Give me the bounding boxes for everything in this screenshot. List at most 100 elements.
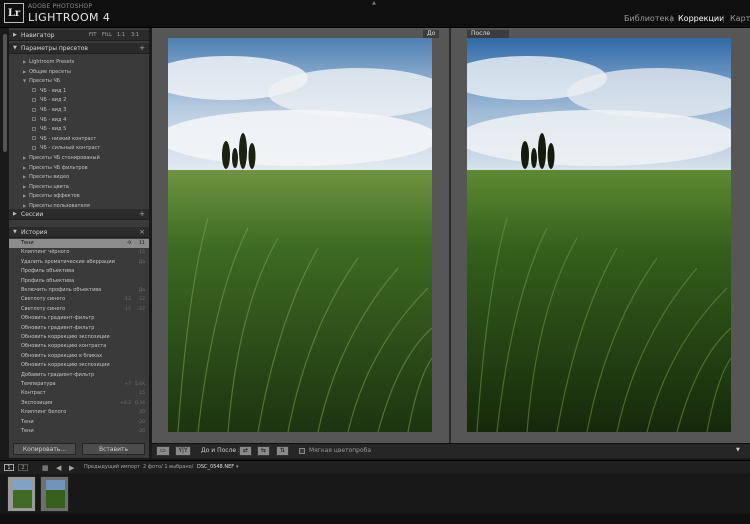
history-step[interactable]: Удалить хроматические аберрации Да	[9, 258, 149, 267]
history-step-label: Обновить градиент-фильтр	[21, 324, 95, 331]
before-after-mode-button[interactable]: Y|Y	[175, 446, 191, 456]
history-step[interactable]: Клиппинг чёрного -15	[9, 248, 149, 257]
history-step[interactable]: Добавить градиент-фильтр	[9, 371, 149, 380]
history-step[interactable]: Обновить коррекцию контраста	[9, 342, 149, 351]
preset-folder[interactable]: ▶ Пресеты цвета	[23, 184, 69, 190]
preset-item[interactable]: ЧБ - вид 5	[32, 126, 66, 132]
lightroom-logo: Lr	[4, 3, 24, 23]
filmstrip-source[interactable]: Предыдущий импорт	[84, 464, 140, 470]
preset-folder[interactable]: ▶ Пресеты видео	[23, 174, 69, 180]
preset-label: ЧБ - вид 1	[40, 87, 67, 94]
collapse-triangle-icon: ▶	[23, 155, 27, 160]
history-step-label: Добавить градиент-фильтр	[21, 371, 95, 378]
history-step-label: Обновить коррекцию в бликах	[21, 352, 103, 359]
copy-button[interactable]: Копировать...	[13, 443, 76, 455]
toolbar-menu-icon[interactable]: ▼	[736, 447, 740, 453]
history-step-delta: +0.2	[120, 400, 131, 406]
preset-item[interactable]: ЧБ - вид 1	[32, 88, 66, 94]
copy-before-to-after-button[interactable]: ⇄	[239, 446, 252, 456]
add-preset-icon[interactable]: +	[139, 43, 145, 54]
zoom-1-1[interactable]: 1:1	[117, 30, 125, 41]
collapse-triangle-icon: ▶	[23, 174, 27, 180]
history-step[interactable]: Обновить коррекцию в бликах	[9, 352, 149, 361]
navigator-header[interactable]: ▶ Навигатор FIT FILL 1:1 3:1	[9, 30, 149, 41]
zoom-fill[interactable]: FILL	[102, 30, 112, 41]
left-panel-scrollbar[interactable]	[3, 34, 7, 152]
history-step-value: 20	[139, 410, 145, 416]
add-session-icon[interactable]: +	[139, 209, 145, 220]
history-step-label: Температура	[21, 381, 56, 387]
history-step[interactable]: Обновить градиент-фильтр	[9, 314, 149, 323]
history-step[interactable]: Тени -20	[9, 418, 149, 427]
history-step[interactable]: Включить профиль объектива Да	[9, 286, 149, 295]
history-step[interactable]: Экспозиция +0.2 0.34	[9, 399, 149, 408]
brand-subtitle: ADOBE PHOTOSHOP	[28, 3, 93, 10]
history-step[interactable]: Тени -9 11	[9, 239, 149, 249]
collapse-triangle-icon: ▶	[23, 203, 27, 208]
history-step[interactable]: Температура +7 5.6K	[9, 380, 149, 389]
history-title: История	[21, 229, 48, 236]
history-step[interactable]: Обновить градиент-фильтр	[9, 324, 149, 333]
preset-item[interactable]: ЧБ - сильный контраст	[32, 145, 100, 151]
top-panel-toggle-icon[interactable]: ▲	[372, 0, 376, 6]
after-photo[interactable]	[467, 38, 731, 432]
zoom-3-1[interactable]: 3:1	[131, 30, 139, 41]
grid-view-icon[interactable]: ▦	[42, 464, 49, 472]
before-label: До	[423, 30, 440, 38]
filename-dropdown-icon[interactable]: ▾	[236, 464, 239, 470]
filmstrip-thumbnail[interactable]	[7, 476, 36, 512]
history-step[interactable]: Светлоту синего -15 -27	[9, 305, 149, 314]
preset-label: ЧБ - низкий контраст	[40, 135, 97, 142]
preset-item[interactable]: ЧБ - вид 4	[32, 117, 66, 123]
filmstrip-filename[interactable]: DSC_0548.NEF	[197, 464, 234, 470]
module-library[interactable]: Библиотека	[624, 14, 674, 23]
preset-label: Пресеты ЧБ фильтров	[29, 164, 88, 171]
zoom-fit[interactable]: FIT	[89, 30, 96, 41]
preset-label: ЧБ - вид 5	[40, 126, 67, 133]
loupe-view-button[interactable]: ▭	[156, 446, 170, 456]
preset-folder[interactable]: ▼ Пресеты ЧБ	[23, 78, 60, 84]
presets-header[interactable]: ▼ Параметры пресетов +	[9, 43, 149, 54]
preset-label: Lightroom Presets	[29, 59, 75, 65]
history-step[interactable]: Профиль объектива	[9, 267, 149, 276]
history-step-label: Тени	[21, 240, 34, 246]
preset-icon	[32, 136, 36, 141]
paste-button[interactable]: Вставить	[82, 443, 145, 455]
clear-history-icon[interactable]: ×	[139, 227, 145, 238]
thumbnail-image	[46, 480, 65, 508]
history-header[interactable]: ▼ История ×	[9, 227, 149, 238]
preset-item[interactable]: ЧБ - вид 3	[32, 107, 66, 113]
history-step-label: Профиль объектива	[21, 277, 75, 284]
preset-item[interactable]: ЧБ - низкий контраст	[32, 136, 96, 142]
preset-folder[interactable]: ▶ Пресеты ЧБ стонированый	[23, 155, 100, 161]
forward-arrow-icon[interactable]: ▶	[69, 464, 74, 472]
history-step[interactable]: Обновить коррекцию экспозиции	[9, 361, 149, 370]
back-arrow-icon[interactable]: ◀	[56, 464, 61, 472]
preset-label: ЧБ - вид 3	[40, 107, 67, 113]
filmstrip-thumbnail[interactable]	[40, 476, 69, 512]
preset-item[interactable]: ЧБ - вид 2	[32, 97, 66, 103]
page-1-button[interactable]: 1	[4, 464, 14, 471]
history-step[interactable]: Клиппинг белого 20	[9, 408, 149, 417]
module-map[interactable]: Карта	[730, 14, 750, 23]
history-step[interactable]: Профиль объектива	[9, 277, 149, 286]
swap-button[interactable]: ⇅	[276, 446, 289, 456]
module-develop[interactable]: Коррекции	[678, 14, 724, 23]
before-photo[interactable]	[168, 38, 432, 432]
history-step[interactable]: Контраст 15	[9, 389, 149, 398]
history-step-label: Обновить коррекцию экспозиции	[21, 334, 110, 340]
filmstrip	[0, 474, 750, 514]
history-step-label: Клиппинг белого	[21, 409, 67, 416]
soft-proof-checkbox[interactable]	[299, 448, 305, 454]
preset-folder[interactable]: ▶ Lightroom Presets	[23, 59, 74, 65]
copy-after-to-before-button[interactable]: ⇆	[257, 446, 270, 456]
preset-folder[interactable]: ▶ Пресеты эффектов	[23, 193, 80, 199]
preset-folder[interactable]: ▶ Пресеты ЧБ фильтров	[23, 165, 88, 171]
page-2-button[interactable]: 2	[18, 464, 28, 471]
preset-folder[interactable]: ▶ Общие пресеты	[23, 69, 71, 75]
history-step-value: -27	[137, 306, 145, 312]
sessions-header[interactable]: ▶ Сессии +	[9, 209, 149, 220]
history-step[interactable]: Светлоту синего -12 -22	[9, 295, 149, 304]
history-step[interactable]: Обновить коррекцию экспозиции	[9, 333, 149, 342]
history-step[interactable]: Тени -20	[9, 427, 149, 436]
